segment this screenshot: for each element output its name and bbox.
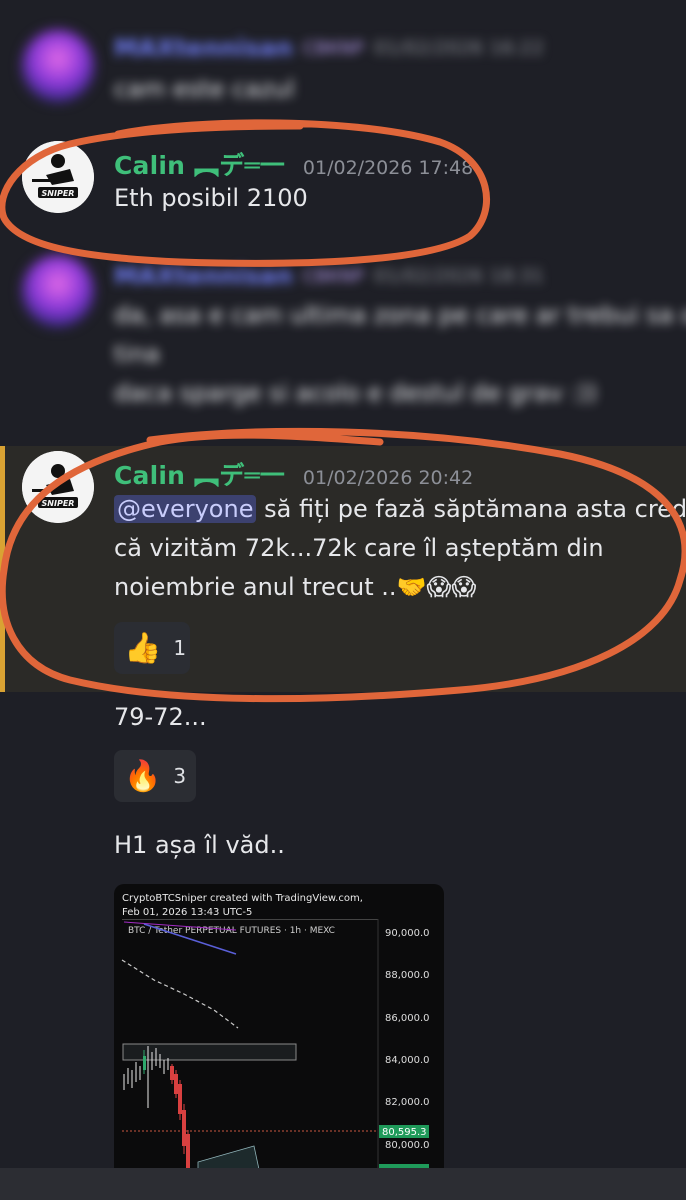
username[interactable]: MAXtennisan: [114, 262, 293, 290]
message-text: Eth posibil 2100: [114, 184, 308, 212]
username[interactable]: Calin ︻デ═一: [114, 456, 285, 492]
everyone-mention[interactable]: @everyone: [114, 495, 257, 523]
username[interactable]: MAXtennisan: [114, 34, 293, 62]
sniper-logo-icon: SNIPER: [22, 451, 94, 523]
svg-text:SNIPER: SNIPER: [42, 499, 75, 508]
message-header: MAXtennisan CBKNP 01/02/2026 18:31: [114, 262, 544, 290]
avatar[interactable]: SNIPER: [22, 141, 94, 213]
fire-icon: 🔥: [124, 758, 162, 794]
thumbs-up-icon: 👍: [124, 630, 162, 666]
timestamp: 01/02/2026 16:22: [373, 37, 545, 59]
message-text: 79-72...: [114, 703, 207, 731]
chart-image-attachment[interactable]: CryptoBTCSniper created with TradingView…: [114, 884, 444, 1174]
message-text: cam este cazul: [114, 75, 295, 103]
avatar[interactable]: [22, 255, 94, 327]
svg-text:80,595.3: 80,595.3: [382, 1127, 427, 1138]
svg-text:80,000.0: 80,000.0: [385, 1140, 430, 1151]
reaction-fire[interactable]: 🔥 3: [114, 750, 196, 802]
reaction-thumbs-up[interactable]: 👍 1: [114, 622, 190, 674]
message-header: MAXtennisan CBKNP 01/02/2026 16:22: [114, 34, 544, 62]
timestamp: 01/02/2026 17:48: [302, 157, 474, 179]
reaction-count: 3: [173, 764, 187, 788]
svg-text:SNIPER: SNIPER: [42, 189, 75, 198]
timestamp: 01/02/2026 20:42: [302, 467, 474, 489]
message-input-bar[interactable]: [0, 1168, 686, 1200]
reaction-count: 1: [173, 636, 187, 660]
price-chart: 90,000.0 88,000.0 86,000.0 84,000.0 82,0…: [121, 919, 444, 1174]
message-header: Calin ︻デ═一 01/02/2026 20:42: [114, 456, 473, 492]
message-header: Calin ︻デ═一 01/02/2026 17:48: [114, 146, 473, 182]
role-badge: CBKNP: [302, 265, 364, 287]
username[interactable]: Calin ︻デ═一: [114, 146, 285, 182]
avatar[interactable]: [22, 30, 94, 102]
sniper-logo-icon: SNIPER: [22, 141, 94, 213]
message-text: @everyone să fiți pe fază săptămana asta…: [114, 495, 686, 601]
timestamp: 01/02/2026 18:31: [373, 265, 545, 287]
svg-text:86,000.0: 86,000.0: [385, 1013, 430, 1024]
svg-text:82,000.0: 82,000.0: [385, 1097, 430, 1108]
svg-text:90,000.0: 90,000.0: [385, 928, 430, 939]
mention-highlight-bar: [0, 446, 5, 692]
svg-text:84,000.0: 84,000.0: [385, 1055, 430, 1066]
svg-text:88,000.0: 88,000.0: [385, 970, 430, 981]
avatar[interactable]: SNIPER: [22, 451, 94, 523]
message-text: H1 așa îl văd..: [114, 831, 285, 859]
message-text: da, asa e cam ultima zona pe care ar tre…: [114, 301, 686, 407]
role-badge: CBKNP: [302, 37, 364, 59]
